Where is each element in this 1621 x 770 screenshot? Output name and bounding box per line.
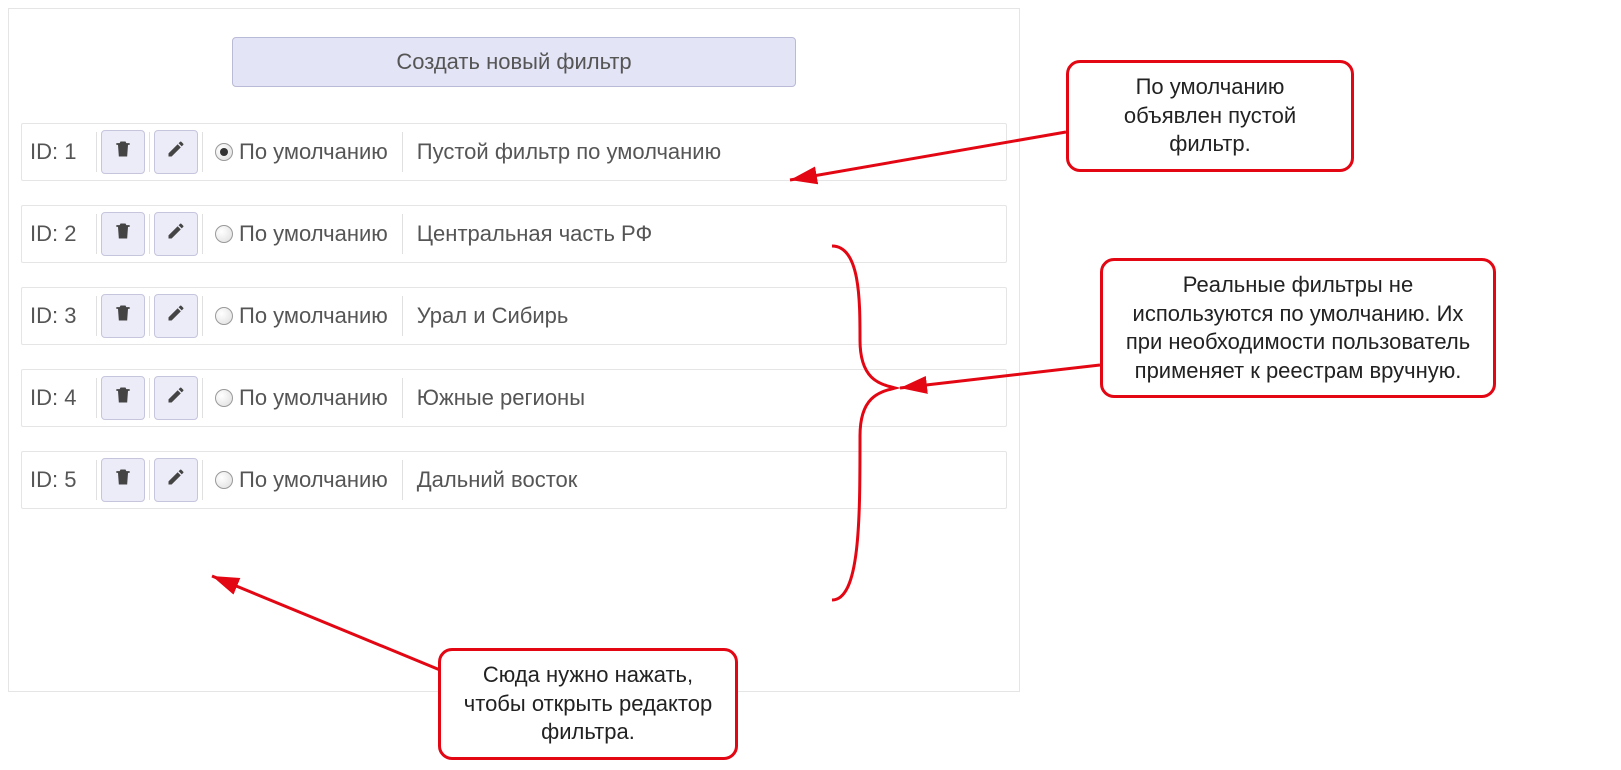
separator xyxy=(149,378,150,418)
default-radio[interactable] xyxy=(215,389,233,407)
default-radio[interactable] xyxy=(215,471,233,489)
filters-panel: Создать новый фильтр ID: 1 По умолчанию Пу… xyxy=(8,8,1020,692)
delete-button[interactable] xyxy=(101,130,145,174)
separator xyxy=(96,132,97,172)
edit-button[interactable] xyxy=(154,458,198,502)
default-radio[interactable] xyxy=(215,307,233,325)
trash-icon xyxy=(113,467,133,493)
filter-id: ID: 3 xyxy=(30,303,92,329)
delete-button[interactable] xyxy=(101,212,145,256)
default-radio-cell: По умолчанию xyxy=(207,467,398,493)
separator xyxy=(96,296,97,336)
edit-button[interactable] xyxy=(154,294,198,338)
edit-button[interactable] xyxy=(154,212,198,256)
separator xyxy=(149,296,150,336)
trash-icon xyxy=(113,139,133,165)
default-radio-label: По умолчанию xyxy=(239,139,388,165)
separator xyxy=(96,460,97,500)
filter-id: ID: 4 xyxy=(30,385,92,411)
edit-button[interactable] xyxy=(154,130,198,174)
callout-edit-button: Сюда нужно нажать, чтобы открыть редакто… xyxy=(438,648,738,760)
separator xyxy=(96,378,97,418)
separator xyxy=(402,378,403,418)
separator xyxy=(202,132,203,172)
edit-button[interactable] xyxy=(154,376,198,420)
trash-icon xyxy=(113,303,133,329)
delete-button[interactable] xyxy=(101,458,145,502)
callout-default-filter: По умолчанию объявлен пустой фильтр. xyxy=(1066,60,1354,172)
pencil-icon xyxy=(166,385,186,411)
callout-real-filters: Реальные фильтры не используются по умол… xyxy=(1100,258,1496,398)
delete-button[interactable] xyxy=(101,376,145,420)
separator xyxy=(402,460,403,500)
separator xyxy=(402,132,403,172)
filter-row: ID: 1 По умолчанию Пустой фильтр по умолча… xyxy=(21,123,1007,181)
filter-name: Пустой фильтр по умолчанию xyxy=(407,139,721,165)
filter-id: ID: 2 xyxy=(30,221,92,247)
delete-button[interactable] xyxy=(101,294,145,338)
default-radio-cell: По умолчанию xyxy=(207,385,398,411)
trash-icon xyxy=(113,385,133,411)
pencil-icon xyxy=(166,467,186,493)
default-radio-label: По умолчанию xyxy=(239,303,388,329)
filter-name: Урал и Сибирь xyxy=(407,303,569,329)
default-radio-cell: По умолчанию xyxy=(207,221,398,247)
default-radio-cell: По умолчанию xyxy=(207,303,398,329)
default-radio-label: По умолчанию xyxy=(239,467,388,493)
separator xyxy=(402,296,403,336)
separator xyxy=(402,214,403,254)
filter-row: ID: 3 По умолчанию Урал и Сибирь xyxy=(21,287,1007,345)
filter-row: ID: 2 По умолчанию Центральная часть РФ xyxy=(21,205,1007,263)
pencil-icon xyxy=(166,221,186,247)
trash-icon xyxy=(113,221,133,247)
default-radio-label: По умолчанию xyxy=(239,385,388,411)
filter-row: ID: 5 По умолчанию Дальний восток xyxy=(21,451,1007,509)
pencil-icon xyxy=(166,139,186,165)
default-radio[interactable] xyxy=(215,143,233,161)
filter-id: ID: 1 xyxy=(30,139,92,165)
separator xyxy=(202,296,203,336)
separator xyxy=(149,214,150,254)
separator xyxy=(202,378,203,418)
separator xyxy=(202,214,203,254)
default-radio-cell: По умолчанию xyxy=(207,139,398,165)
separator xyxy=(202,460,203,500)
filter-row: ID: 4 По умолчанию Южные регионы xyxy=(21,369,1007,427)
filter-name: Дальний восток xyxy=(407,467,578,493)
pencil-icon xyxy=(166,303,186,329)
filter-name: Южные регионы xyxy=(407,385,585,411)
separator xyxy=(149,132,150,172)
create-filter-button[interactable]: Создать новый фильтр xyxy=(232,37,796,87)
separator xyxy=(96,214,97,254)
filter-name: Центральная часть РФ xyxy=(407,221,652,247)
filter-id: ID: 5 xyxy=(30,467,92,493)
default-radio-label: По умолчанию xyxy=(239,221,388,247)
default-radio[interactable] xyxy=(215,225,233,243)
separator xyxy=(149,460,150,500)
